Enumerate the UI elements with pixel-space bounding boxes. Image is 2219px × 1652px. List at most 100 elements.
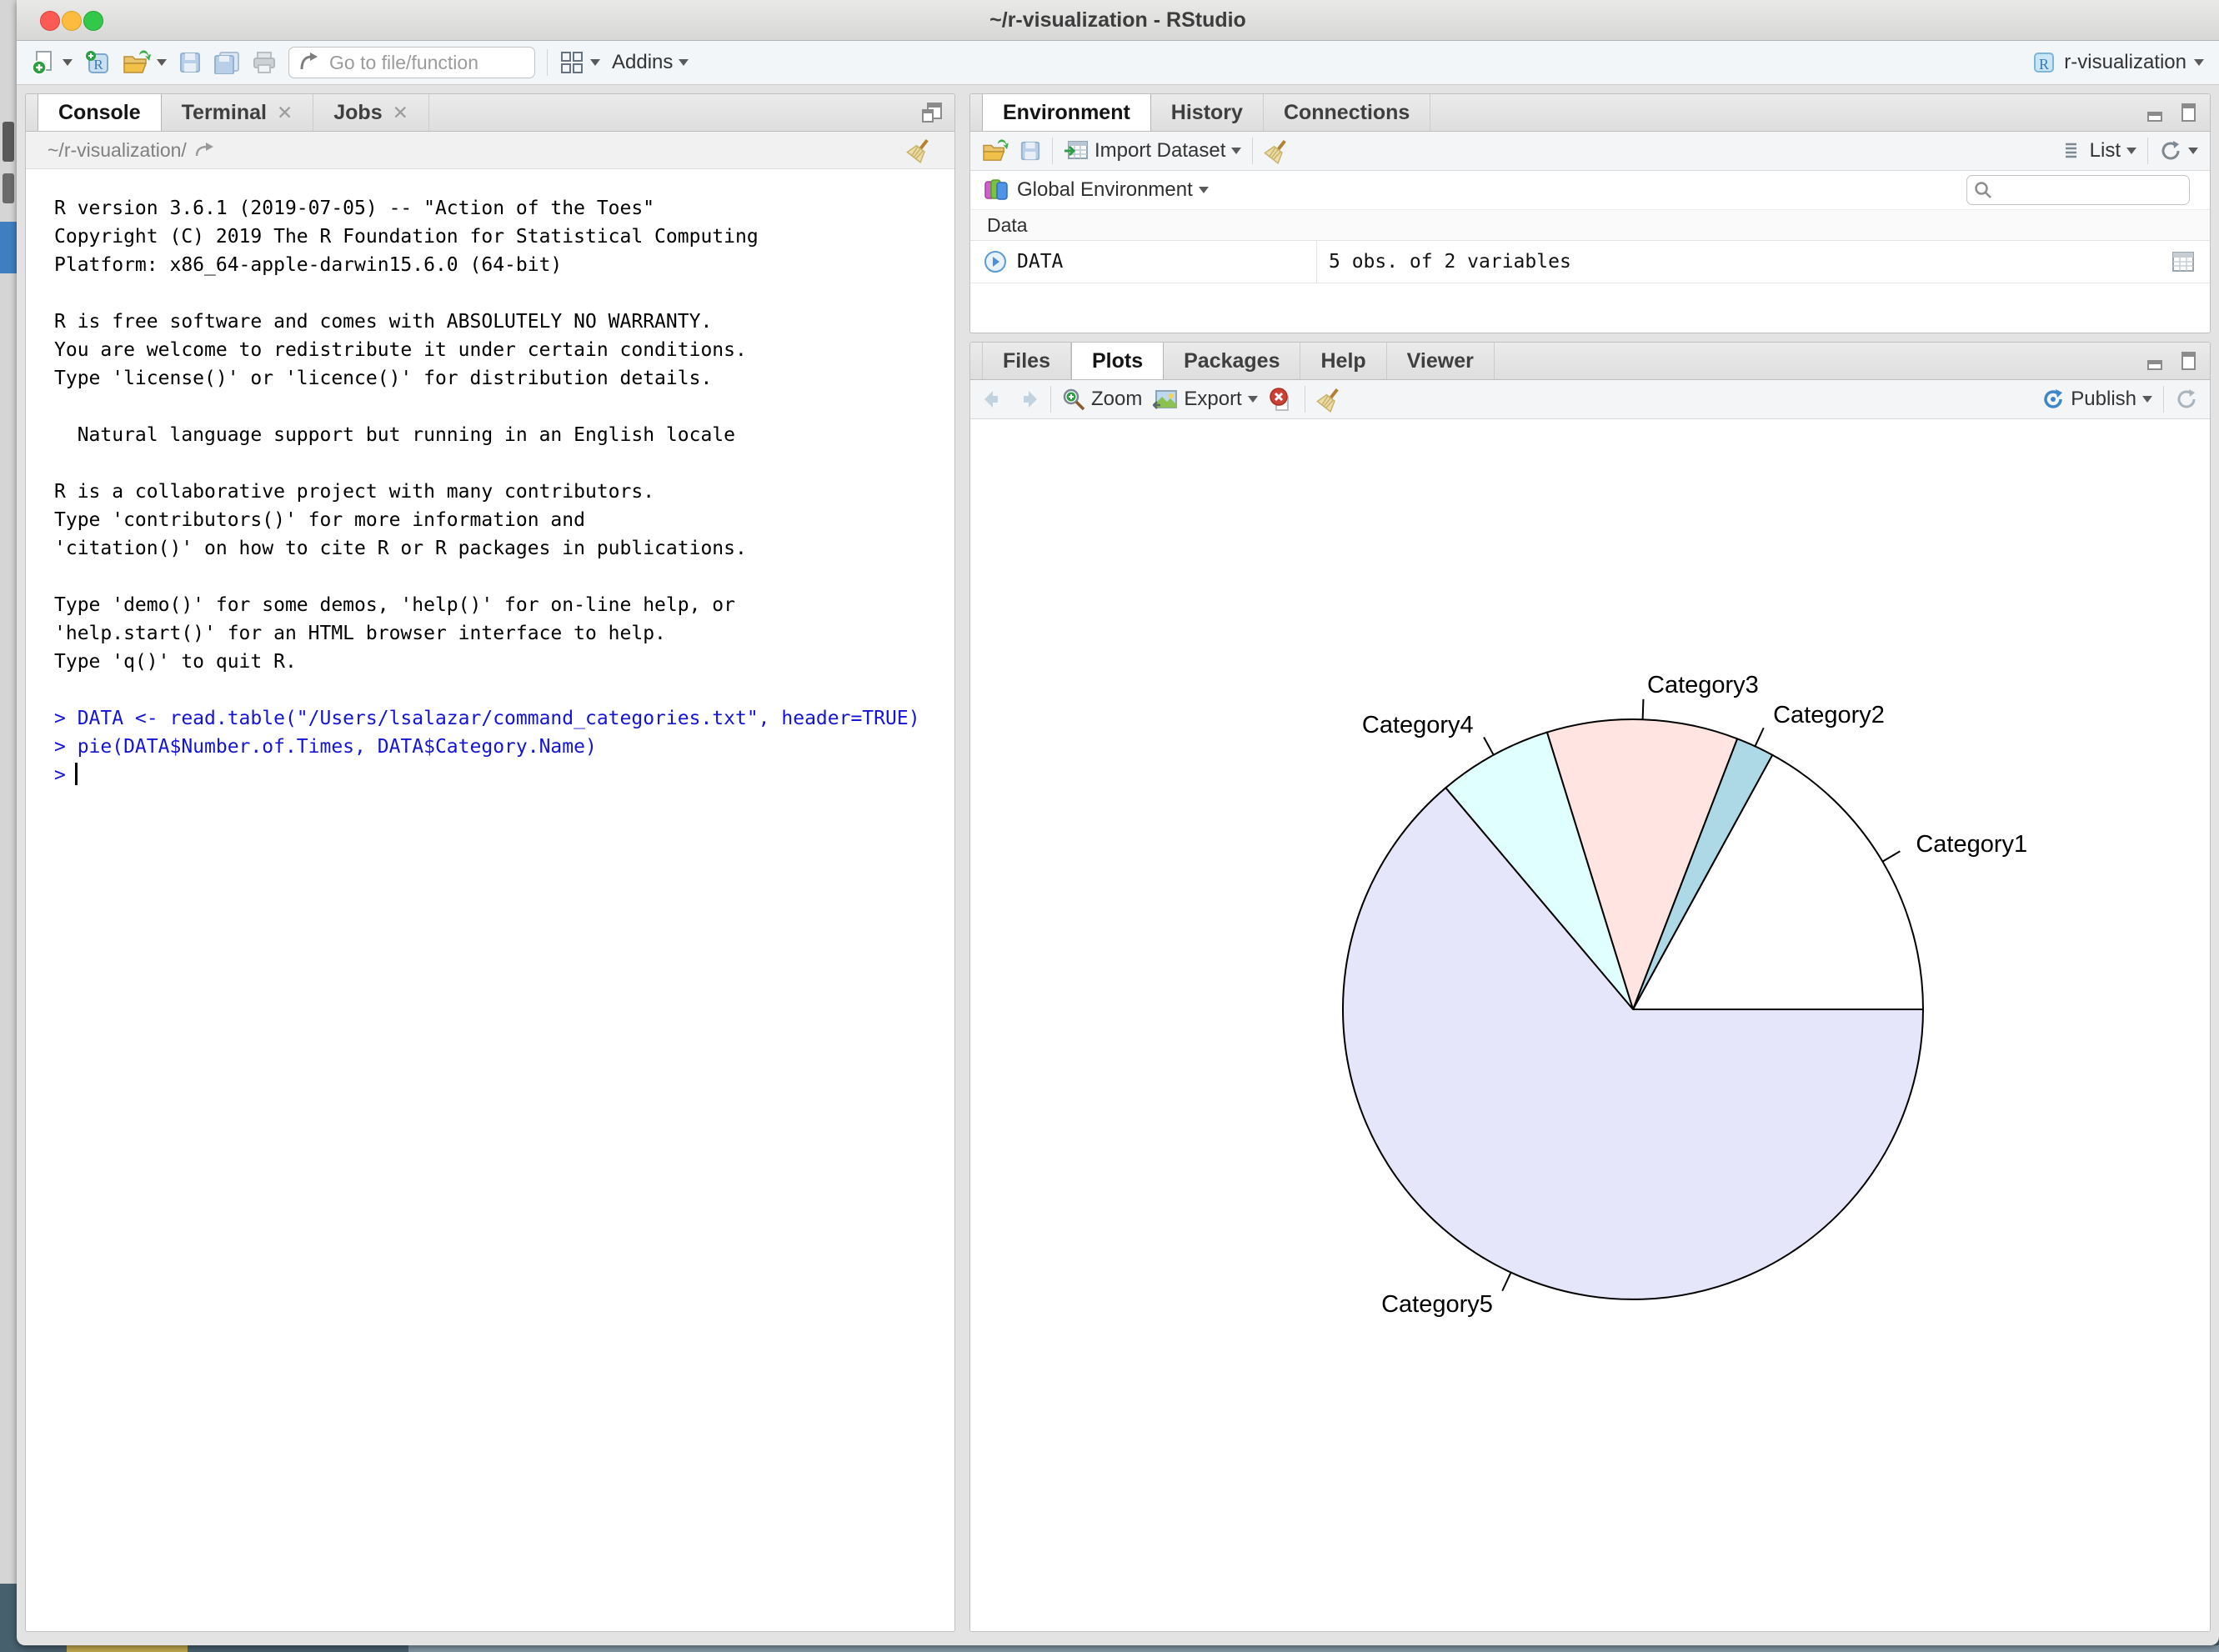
tab-environment[interactable]: Environment: [982, 94, 1151, 131]
console-line: [54, 449, 954, 478]
view-data-grid-icon[interactable]: [2171, 251, 2195, 273]
remove-plot-icon[interactable]: [1269, 387, 1294, 412]
publish-icon: [2041, 388, 2065, 411]
chevron-down-icon: [2194, 59, 2204, 66]
environment-tabbar: Environment History Connections: [970, 94, 2210, 132]
tab-label: Jobs: [333, 101, 382, 125]
maximize-panel-icon[interactable]: [2178, 103, 2198, 123]
scope-selector[interactable]: Global Environment: [1017, 178, 1209, 202]
chevron-down-icon: [590, 59, 600, 66]
toolbar-separator: [1252, 138, 1253, 164]
new-project-button[interactable]: R: [84, 49, 111, 76]
print-icon: [252, 51, 277, 74]
data-section-header: Data: [970, 210, 2210, 241]
new-file-button[interactable]: [32, 50, 73, 75]
publish-button[interactable]: Publish: [2041, 388, 2152, 411]
window-title: ~/r-visualization - RStudio: [17, 0, 2219, 40]
zoom-plot-button[interactable]: Zoom: [1062, 388, 1142, 411]
console-line: Natural language support but running in …: [54, 421, 954, 449]
pie-label-tick: [1882, 851, 1900, 861]
close-icon[interactable]: ✕: [393, 102, 408, 124]
minimize-panel-icon[interactable]: [2146, 351, 2166, 371]
console-line: R is free software and comes with ABSOLU…: [54, 308, 954, 336]
import-dataset-button[interactable]: Import Dataset: [1064, 139, 1241, 163]
goto-arrow-icon: [299, 53, 319, 73]
minimize-button[interactable]: [62, 11, 82, 31]
background-glyph: [3, 122, 14, 162]
refresh-plot-icon[interactable]: [2175, 388, 2198, 411]
console-line: [54, 676, 954, 704]
load-workspace-folder-icon[interactable]: [982, 139, 1009, 163]
global-environment-icon: [984, 178, 1009, 202]
previous-plot-arrow-icon[interactable]: [982, 389, 1005, 409]
chevron-down-icon: [2142, 396, 2152, 403]
maximize-panel-icon[interactable]: [2178, 351, 2198, 371]
tab-viewer[interactable]: Viewer: [1387, 343, 1495, 379]
export-plot-button[interactable]: Export: [1153, 388, 1257, 411]
refresh-icon: [2159, 139, 2182, 163]
clear-all-plots-broom-icon[interactable]: [1316, 386, 1343, 413]
next-plot-arrow-icon[interactable]: [1016, 389, 1039, 409]
environment-object-row[interactable]: DATA 5 obs. of 2 variables: [970, 241, 2210, 283]
import-dataset-icon: [1064, 140, 1089, 162]
zoom-label: Zoom: [1091, 388, 1142, 411]
goto-file-search[interactable]: [288, 47, 535, 78]
console-line: R is a collaborative project with many c…: [54, 478, 954, 506]
console-line: 'help.start()' for an HTML browser inter…: [54, 619, 954, 648]
refresh-environment-button[interactable]: [2159, 139, 2198, 163]
workspace-panes-button[interactable]: [559, 50, 600, 75]
addins-label: Addins: [612, 51, 673, 74]
print-button[interactable]: [252, 51, 277, 74]
pie-label-tick: [1484, 737, 1494, 754]
title-bar[interactable]: ~/r-visualization - RStudio: [17, 0, 2219, 41]
environment-search-box[interactable]: [1966, 175, 2190, 205]
scope-label: Global Environment: [1017, 178, 1193, 202]
chevron-down-icon: [679, 59, 689, 66]
open-file-button[interactable]: [123, 50, 167, 75]
minimize-panel-icon[interactable]: [2146, 103, 2166, 123]
pie-label-tick: [1502, 1273, 1510, 1291]
tab-connections[interactable]: Connections: [1264, 94, 1430, 131]
tab-plots[interactable]: Plots: [1071, 343, 1164, 379]
clear-console-broom-icon[interactable]: [906, 137, 933, 163]
console-line: Copyright (C) 2019 The R Foundation for …: [54, 223, 954, 251]
save-all-button[interactable]: [213, 51, 240, 74]
console-line: [54, 393, 954, 421]
goto-directory-icon[interactable]: [195, 141, 215, 159]
console-output[interactable]: R version 3.6.1 (2019-07-05) -- "Action …: [26, 169, 954, 789]
close-icon[interactable]: ✕: [277, 102, 293, 124]
console-prompt-line[interactable]: >: [54, 761, 954, 789]
clear-environment-broom-icon[interactable]: [1264, 138, 1290, 164]
environment-view-mode-button[interactable]: List: [2064, 139, 2136, 163]
close-button[interactable]: [40, 11, 60, 31]
maximize-panel-icon[interactable]: [921, 102, 943, 123]
console-line: Type 'q()' to quit R.: [54, 648, 954, 676]
tab-jobs[interactable]: Jobs ✕: [313, 94, 429, 131]
save-button[interactable]: [178, 51, 202, 74]
save-workspace-icon[interactable]: [1019, 140, 1041, 162]
background-glyph: [3, 173, 14, 203]
r-project-icon: R: [2031, 50, 2056, 75]
tab-files[interactable]: Files: [982, 343, 1071, 379]
tab-packages[interactable]: Packages: [1164, 343, 1300, 379]
goto-file-input[interactable]: [328, 51, 524, 75]
toolbar-separator: [1052, 138, 1053, 164]
tab-label: Viewer: [1407, 349, 1474, 373]
tab-console[interactable]: Console: [38, 94, 162, 131]
project-chooser[interactable]: R r-visualization: [2031, 50, 2204, 75]
rstudio-window: ~/r-visualization - RStudio R: [17, 0, 2219, 1645]
tab-help[interactable]: Help: [1300, 343, 1386, 379]
zoom-button[interactable]: [83, 11, 103, 31]
environment-search-input[interactable]: [1997, 178, 2182, 202]
chevron-down-icon: [2188, 148, 2198, 154]
addins-button[interactable]: Addins: [612, 51, 689, 74]
new-project-icon: R: [84, 49, 111, 76]
tab-label: Environment: [1003, 101, 1130, 125]
list-label: List: [2090, 139, 2121, 163]
object-summary: 5 obs. of 2 variables: [1316, 241, 1571, 283]
expand-object-icon[interactable]: [984, 250, 1007, 273]
tab-history[interactable]: History: [1151, 94, 1264, 131]
environment-scope-row: Global Environment: [970, 171, 2210, 210]
tab-terminal[interactable]: Terminal✕: [162, 94, 314, 131]
new-file-icon: [32, 50, 57, 75]
